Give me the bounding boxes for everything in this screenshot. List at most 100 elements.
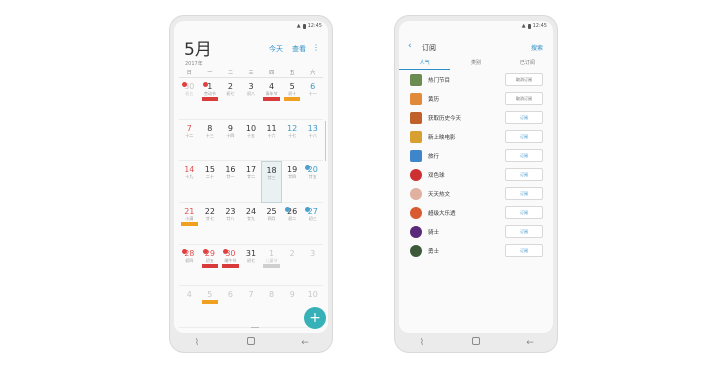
subscription-logo-icon [410,187,422,200]
search-button[interactable]: 搜索 [531,43,543,52]
day-cell[interactable]: 9 十四 [220,120,241,162]
event-bar[interactable] [222,263,239,268]
day-cell[interactable]: 4 青年节 [261,78,282,120]
subscription-logo-icon [410,168,422,181]
day-cell[interactable]: 10 十五 [240,120,262,162]
day-cell[interactable]: 4 [179,286,200,328]
list-item[interactable]: 黄历 取消订阅 [399,89,553,108]
day-cell[interactable]: 3 初八 [240,78,262,120]
month-grid: 30 初五 1 劳动节 2 初七 3 初八 4 青年节 5 初十 6 十一 7 十二 8 十三 9 十四 10 十五 11 十… [179,77,323,328]
day-cell[interactable]: 15 二十 [199,161,221,203]
day-cell[interactable]: 22 廿七 [199,203,221,245]
day-cell[interactable]: 6 [220,286,241,328]
home-icon[interactable] [236,337,266,348]
day-cell[interactable]: 20 廿五 [302,161,323,203]
list-item[interactable]: 骑士 订阅 [399,222,553,241]
day-cell[interactable]: 24 廿九 [240,203,262,245]
subscribe-button[interactable]: 订阅 [505,168,543,181]
list-item[interactable]: 旅行 订阅 [399,146,553,165]
day-cell[interactable]: 21 小满 [179,203,200,245]
day-cell[interactable]: 30 端午节 [220,245,241,287]
day-cell[interactable]: 30 初五 [179,78,200,120]
event-bar[interactable] [201,300,219,305]
list-item[interactable]: 热门节目 取消订阅 [399,70,553,89]
subscribe-button[interactable]: 订阅 [505,225,543,238]
list-item[interactable]: 双色球 订阅 [399,165,553,184]
list-item[interactable]: 获取历史今天 订阅 [399,108,553,127]
recent-apps-icon[interactable]: ⌇ [407,338,437,348]
day-cell[interactable]: 7 [240,286,262,328]
event-bar[interactable] [263,97,280,101]
list-item[interactable]: 天天热文 订阅 [399,184,553,203]
scrollbar[interactable] [325,121,326,161]
more-options-icon[interactable]: ⋮ [312,43,320,52]
day-cell[interactable]: 14 十九 [179,161,200,203]
day-number: 2 [227,82,233,91]
list-item[interactable]: 新上映电影 订阅 [399,127,553,146]
day-cell[interactable]: 26 初二 [281,203,303,245]
subscribe-button[interactable]: 订阅 [505,130,543,143]
recent-apps-icon[interactable]: ⌇ [182,338,212,348]
list-item[interactable]: 超级大乐透 订阅 [399,203,553,222]
day-cell[interactable]: 2 初七 [220,78,241,120]
event-bar[interactable] [201,263,219,268]
subscribe-button[interactable]: 订阅 [505,244,543,257]
day-cell[interactable]: 28 初四 [179,245,200,287]
tab-popular[interactable]: 人气 [399,59,451,70]
event-bar[interactable] [283,97,301,101]
day-cell[interactable]: 8 [261,286,282,328]
lunar-date: 十一 [308,91,317,96]
drag-handle[interactable] [251,327,259,328]
tab-category[interactable]: 类别 [450,59,501,70]
day-cell[interactable]: 17 廿二 [240,161,262,203]
tab-bar: 人气 类别 已订阅 [399,59,553,70]
home-icon[interactable] [461,337,491,348]
event-bar[interactable] [263,263,280,268]
month-title: 5月 [184,40,212,60]
tab-subscribed[interactable]: 已订阅 [502,59,553,70]
list-item[interactable]: 勇士 订阅 [399,241,553,260]
day-cell[interactable]: 25 四月 [261,203,282,245]
subscribe-button[interactable]: 订阅 [505,187,543,200]
day-cell[interactable]: 1 儿童节 [261,245,282,287]
day-number: 12 [287,123,298,133]
day-cell[interactable]: 23 廿八 [220,203,241,245]
day-cell[interactable]: 27 初三 [302,203,323,245]
day-cell[interactable]: 29 初五 [199,245,221,287]
day-cell[interactable]: 5 初十 [281,78,303,120]
holiday-marker-icon [182,248,187,254]
today-button[interactable]: 今天 [269,44,283,54]
unsubscribe-button[interactable]: 取消订阅 [505,73,543,86]
day-cell[interactable]: 31 初七 [240,245,262,287]
event-bar[interactable] [181,222,198,226]
day-number: 5 [289,82,295,91]
event-bar[interactable] [201,97,219,101]
subscribe-button[interactable]: 订阅 [505,111,543,124]
back-icon[interactable]: ← [290,338,320,348]
day-cell[interactable]: 2 [281,245,303,287]
day-cell[interactable]: 13 十八 [302,120,323,162]
day-cell[interactable]: 6 十一 [302,78,323,120]
day-cell[interactable]: 3 [302,245,323,287]
unsubscribe-button[interactable]: 取消订阅 [505,92,543,105]
back-icon[interactable]: ← [515,338,545,348]
day-cell[interactable]: 7 十二 [179,120,200,162]
back-arrow-icon[interactable]: ‹ [408,41,412,51]
lunar-date: 端午节 [224,257,237,263]
subscribe-button[interactable]: 订阅 [505,206,543,219]
add-event-button[interactable]: + [304,307,326,329]
day-number: 3 [248,82,254,91]
day-cell[interactable]: 8 十三 [199,120,221,162]
day-cell[interactable]: 5 [199,286,221,328]
day-cell[interactable]: 9 [281,286,303,328]
day-number: 8 [269,290,275,300]
day-cell[interactable]: 18 廿三 [261,161,282,203]
day-cell[interactable]: 16 廿一 [220,161,241,203]
day-cell[interactable]: 1 劳动节 [199,78,221,120]
view-button[interactable]: 查看 [292,44,306,54]
status-bar: ▲ 12:45 [297,23,322,29]
day-cell[interactable]: 12 十七 [281,120,303,162]
subscribe-button[interactable]: 订阅 [505,149,543,162]
day-cell[interactable]: 11 十六 [261,120,282,162]
day-cell[interactable]: 19 廿四 [281,161,303,203]
